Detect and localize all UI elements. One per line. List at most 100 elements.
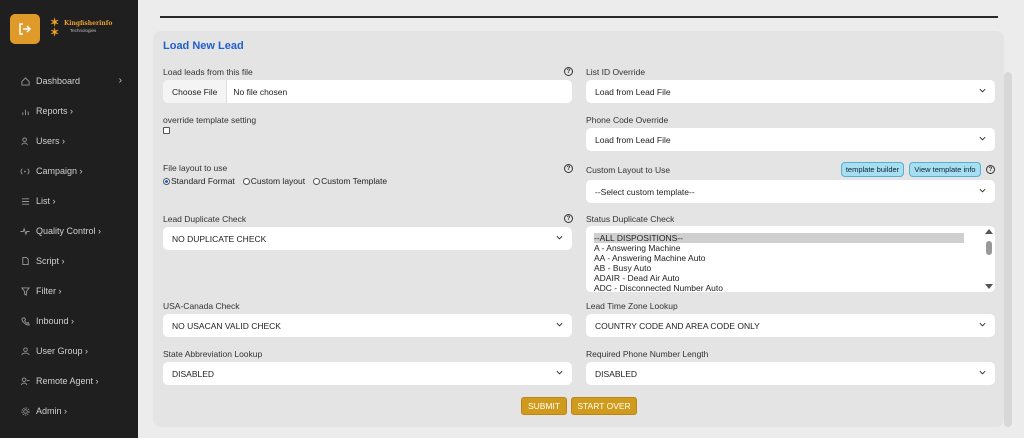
filter-icon <box>20 286 30 296</box>
sidebar-item-script[interactable]: Script › <box>0 246 138 276</box>
choose-file-button[interactable]: Choose File <box>163 80 228 103</box>
override-template-label: override template setting <box>163 115 257 125</box>
select-value: Load from Lead File <box>595 86 671 97</box>
radio-standard-format[interactable]: Standard Format <box>163 176 235 186</box>
sidebar-item-label: User Group › <box>36 346 89 356</box>
logout-icon <box>19 23 32 35</box>
listbox-option[interactable]: ADC - Disconnected Number Auto <box>594 283 964 292</box>
template-builder-button[interactable]: template builder <box>841 162 904 177</box>
phone-incoming-icon <box>20 316 30 326</box>
sidebar-item-filter[interactable]: Filter › <box>0 276 138 306</box>
lead-duplicate-check-select[interactable]: NO DUPLICATE CHECK <box>163 227 572 250</box>
radio-custom-template[interactable]: Custom Template <box>313 176 387 186</box>
sidebar-item-users[interactable]: Users › <box>0 126 138 156</box>
chevron-down-icon <box>979 188 986 193</box>
select-value: DISABLED <box>595 368 638 379</box>
lead-duplicate-check-label: Lead Duplicate Check <box>163 214 247 224</box>
chevron-down-icon <box>979 88 986 93</box>
help-icon[interactable]: ? <box>564 214 573 223</box>
sidebar-item-label: Reports › <box>36 106 74 116</box>
chevron-down-icon <box>556 235 563 240</box>
custom-template-select[interactable]: --Select custom template-- <box>586 180 995 203</box>
remote-agent-icon <box>20 376 30 386</box>
sidebar-item-reports[interactable]: Reports › <box>0 96 138 126</box>
sidebar-item-user-group[interactable]: User Group › <box>0 336 138 366</box>
list-id-override-select[interactable]: Load from Lead File <box>586 80 995 103</box>
chevron-down-icon <box>979 136 986 141</box>
state-abbreviation-label: State Abbreviation Lookup <box>163 349 263 359</box>
select-value: NO DUPLICATE CHECK <box>172 233 267 244</box>
sidebar-item-dashboard[interactable]: Dashboard › <box>0 66 138 96</box>
sidebar-item-admin[interactable]: Admin › <box>0 396 138 426</box>
sidebar-item-label: Remote Agent › <box>36 376 99 386</box>
activity-icon <box>20 226 30 236</box>
listbox-scrollbar[interactable] <box>985 229 993 289</box>
file-layout-radio-group: Standard Format Custom layout Custom Tem… <box>163 176 395 186</box>
lead-time-zone-select[interactable]: COUNTRY CODE AND AREA CODE ONLY <box>586 314 995 337</box>
radio-custom-layout[interactable]: Custom layout <box>242 176 306 186</box>
scroll-up-icon[interactable] <box>985 229 993 234</box>
sidebar-item-remote-agent[interactable]: Remote Agent › <box>0 366 138 396</box>
chevron-down-icon <box>979 322 986 327</box>
phone-code-override-select[interactable]: Load from Lead File <box>586 128 995 151</box>
bar-chart-icon <box>20 106 30 116</box>
sidebar-item-list[interactable]: List › <box>0 186 138 216</box>
chevron-right-icon: › <box>118 75 122 86</box>
radio-button[interactable] <box>242 177 250 185</box>
phone-code-override-label: Phone Code Override <box>586 115 669 125</box>
home-icon <box>20 76 30 86</box>
sidebar-item-campaign[interactable]: Campaign › <box>0 156 138 186</box>
required-phone-length-select[interactable]: DISABLED <box>586 362 995 385</box>
view-template-info-button[interactable]: View template info <box>909 162 981 177</box>
header-divider <box>160 16 998 18</box>
sidebar-item-label: Script › <box>36 256 65 266</box>
usa-canada-check-select[interactable]: NO USACAN VALID CHECK <box>163 314 572 337</box>
submit-button[interactable]: SUBMIT <box>521 397 567 415</box>
usa-canada-check-label: USA-Canada Check <box>163 301 240 311</box>
select-value: DISABLED <box>172 368 215 379</box>
logo-name: Kingfisherinfo <box>64 20 113 27</box>
select-value: Load from Lead File <box>595 134 671 145</box>
logo: ✶ ✶ Kingfisherinfo Technologies <box>50 17 112 40</box>
scrollbar-thumb[interactable] <box>986 241 992 255</box>
sidebar-item-quality-control[interactable]: Quality Control › <box>0 216 138 246</box>
override-template-checkbox[interactable] <box>163 127 170 134</box>
logo-subtitle: Technologies <box>70 28 97 33</box>
sidebar-item-label: Admin › <box>36 406 68 416</box>
page-scrollbar[interactable] <box>1004 72 1012 427</box>
radio-label: Custom Template <box>321 176 388 186</box>
listbox-option[interactable]: A - Answering Machine <box>594 243 964 253</box>
scroll-down-icon[interactable] <box>985 284 993 289</box>
sidebar-item-label: Quality Control › <box>36 226 102 236</box>
listbox-option[interactable]: ADAIR - Dead Air Auto <box>594 273 964 283</box>
page-title: Load New Lead <box>163 40 244 52</box>
custom-layout-label: Custom Layout to Use <box>586 165 671 175</box>
select-value: --Select custom template-- <box>595 186 695 197</box>
load-file-label: Load leads from this file <box>163 67 253 77</box>
chevron-down-icon <box>979 370 986 375</box>
radio-label: Custom layout <box>250 176 306 186</box>
select-value: COUNTRY CODE AND AREA CODE ONLY <box>595 320 760 331</box>
users-icon <box>20 136 30 146</box>
listbox-option[interactable]: --ALL DISPOSITIONS-- <box>594 233 964 243</box>
logout-button[interactable] <box>10 14 40 44</box>
listbox-option[interactable]: AA - Answering Machine Auto <box>594 253 964 263</box>
listbox-options: --ALL DISPOSITIONS-- A - Answering Machi… <box>594 233 964 292</box>
logo-mark-icon: ✶ ✶ <box>50 17 60 39</box>
file-input[interactable]: Choose File No file chosen <box>163 80 572 103</box>
document-icon <box>20 256 30 266</box>
sidebar-item-label: Filter › <box>36 286 62 296</box>
status-duplicate-listbox[interactable]: --ALL DISPOSITIONS-- A - Answering Machi… <box>586 226 995 292</box>
sidebar-item-inbound[interactable]: Inbound › <box>0 306 138 336</box>
chevron-down-icon <box>556 370 563 375</box>
start-over-button[interactable]: START OVER <box>571 397 637 415</box>
help-icon[interactable]: ? <box>564 67 573 76</box>
help-icon[interactable]: ? <box>986 165 995 174</box>
state-abbreviation-select[interactable]: DISABLED <box>163 362 572 385</box>
help-icon[interactable]: ? <box>564 164 573 173</box>
radio-button[interactable] <box>313 177 321 185</box>
radio-button[interactable] <box>163 177 170 185</box>
required-phone-length-label: Required Phone Number Length <box>586 349 709 359</box>
sidebar-item-label: Campaign › <box>36 166 83 176</box>
listbox-option[interactable]: AB - Busy Auto <box>594 263 964 273</box>
